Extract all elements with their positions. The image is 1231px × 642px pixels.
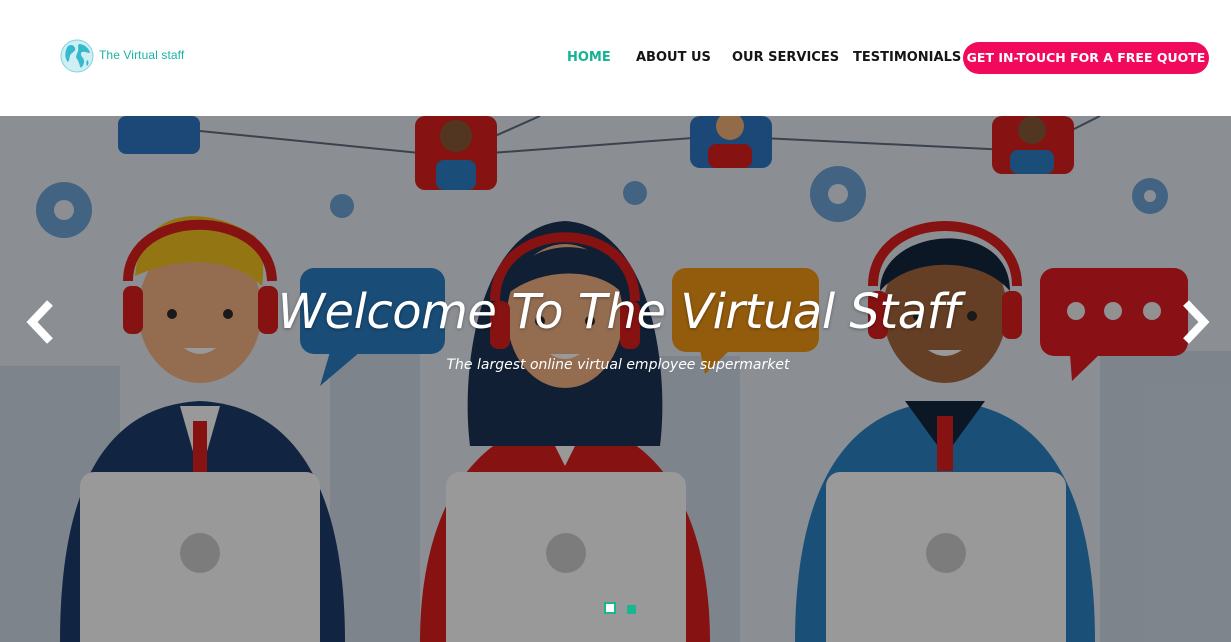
chevron-right-icon [1183, 300, 1210, 344]
free-quote-button[interactable]: GET IN-TOUCH FOR A FREE QUOTE [963, 42, 1209, 74]
nav-testimonials[interactable]: TESTIMONIALS [853, 42, 961, 74]
slider-dot-1[interactable] [604, 602, 616, 614]
site-header: The Virtual staff HOME ABOUT US OUR SERV… [0, 0, 1231, 116]
hero-overlay [0, 116, 1231, 642]
main-nav: HOME ABOUT US OUR SERVICES TESTIMONIALS … [0, 42, 1231, 74]
nav-our-services[interactable]: OUR SERVICES [732, 42, 839, 74]
nav-about-us[interactable]: ABOUT US [636, 42, 711, 74]
hero-slider: Welcome To The Virtual Staff The largest… [0, 116, 1231, 642]
slider-next-button[interactable] [1178, 300, 1214, 344]
slider-dot-2[interactable] [627, 605, 636, 614]
nav-home[interactable]: HOME [567, 42, 611, 74]
hero-subtitle: The largest online virtual employee supe… [446, 357, 790, 373]
chevron-left-icon [26, 300, 53, 344]
hero-title: Welcome To The Virtual Staff [277, 284, 960, 340]
slider-prev-button[interactable] [22, 300, 58, 344]
